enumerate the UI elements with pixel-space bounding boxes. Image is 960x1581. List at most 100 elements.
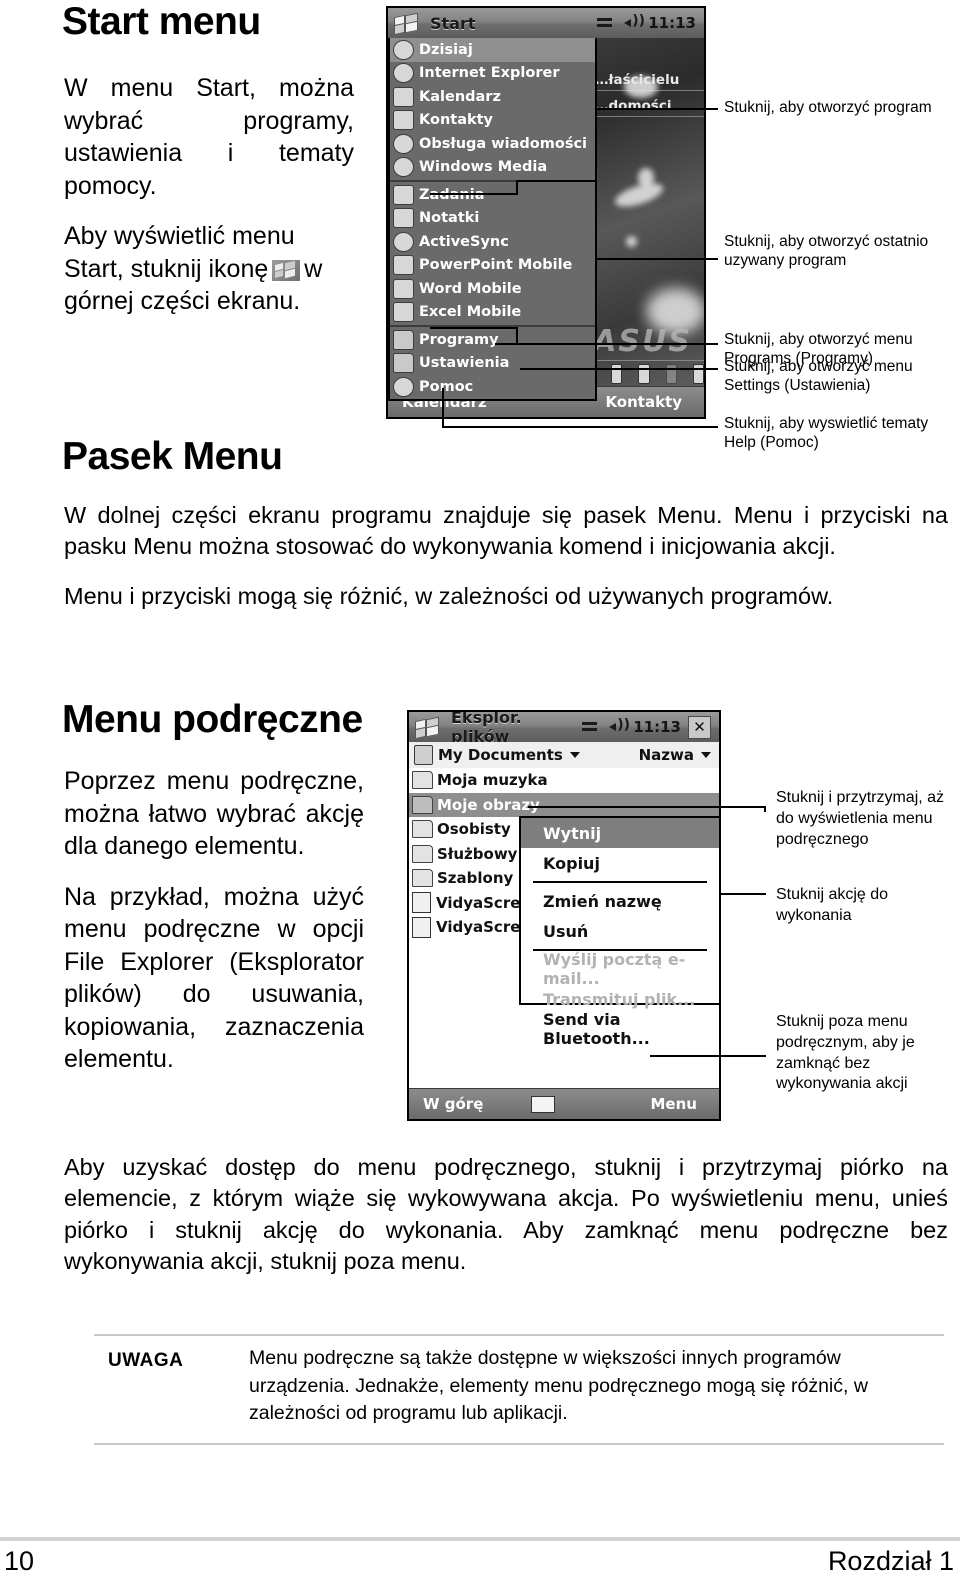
- speaker-icon[interactable]: [623, 13, 645, 31]
- file-icon: [412, 916, 431, 938]
- menu-podreczne-paragraph-3: Aby uzyskać dostęp do menu podręcznego, …: [64, 1154, 948, 1274]
- context-menu-item-usun[interactable]: Usuń: [521, 916, 719, 946]
- callout-tap-outside: Stuknij poza menu podręcznym, aby je zam…: [776, 1013, 915, 1093]
- leader-line-segment: [516, 327, 518, 343]
- leader-line-tap-and-hold: [528, 806, 766, 808]
- start-menu-item-internet-explorer[interactable]: Internet Explorer: [390, 62, 595, 86]
- notes-icon: [393, 208, 414, 229]
- battery-icon[interactable]: [638, 364, 650, 384]
- start-menu-group-recent: Dzisiaj Internet Explorer Kalendarz Kont…: [390, 38, 595, 179]
- start-menu-item-label: Word Mobile: [419, 280, 522, 297]
- page-title-start-menu: Start menu: [62, 0, 261, 43]
- start-menu-item-notatki[interactable]: Notatki: [390, 207, 595, 231]
- leader-line-tap-outside: [650, 1055, 766, 1057]
- softkey-menu[interactable]: Menu: [651, 1095, 697, 1113]
- start-menu-item-word-mobile[interactable]: Word Mobile: [390, 277, 595, 301]
- start-menu-item-programy[interactable]: Programy: [390, 328, 595, 352]
- folder-icon: [412, 820, 433, 839]
- close-icon[interactable]: ✕: [688, 715, 711, 739]
- softkey-contacts[interactable]: Kontakty: [605, 393, 682, 411]
- menu-podreczne-bottom-paragraph: Aby uzyskać dostęp do menu podręcznego, …: [64, 1152, 948, 1277]
- context-menu-separator: [533, 881, 707, 883]
- callout-tap-action: Stuknij akcję do wykonania: [776, 886, 889, 924]
- leader-line-segment: [518, 180, 596, 182]
- pda2-soft-bar: W górę Menu: [409, 1088, 719, 1119]
- start-menu-item-label: Windows Media: [419, 159, 548, 176]
- context-menu: Wytnij Kopiuj Zmień nazwę Usuń Wyślij po…: [519, 816, 719, 1048]
- list-item-label: Osobisty: [437, 820, 511, 839]
- folder-icon: [412, 844, 433, 863]
- footer-page-number: 10: [4, 1546, 35, 1576]
- start-menu-item-activesync[interactable]: ActiveSync: [390, 230, 595, 254]
- list-item[interactable]: Moje obrazy: [409, 792, 719, 817]
- start-menu-item-excel-mobile[interactable]: Excel Mobile: [390, 301, 595, 325]
- media-icon: [393, 157, 414, 178]
- wallpaper-blob: [638, 168, 654, 188]
- pda1-titlebar: Start 11:13: [388, 8, 704, 39]
- start-menu-item-label: Obsługa wiadomości: [419, 135, 588, 152]
- context-menu-item-wytnij[interactable]: Wytnij: [521, 818, 719, 848]
- start-menu-item-obsluga-wiadomosci[interactable]: Obsługa wiadomości: [390, 132, 595, 156]
- context-menu-item-kopiuj[interactable]: Kopiuj: [521, 848, 719, 878]
- powerpoint-icon: [393, 255, 414, 276]
- start-menu-item-pomoc[interactable]: Pomoc: [390, 375, 595, 399]
- list-item[interactable]: Moja muzyka: [409, 768, 719, 793]
- context-menu-item-zmien-nazwe[interactable]: Zmień nazwę: [521, 886, 719, 916]
- list-item-label: Służbowy: [437, 844, 518, 863]
- device-icon: [414, 745, 433, 765]
- softkey-w-gore[interactable]: W górę: [423, 1095, 483, 1113]
- settings-folder-icon: [393, 353, 414, 374]
- start-menu-item-dzisiaj[interactable]: Dzisiaj: [390, 38, 595, 62]
- explorer-command-bar: My Documents Nazwa: [409, 742, 719, 770]
- callout-recent-program: Stuknij, aby otworzyć ostatnio uzywany p…: [724, 233, 929, 270]
- windows-flag-icon[interactable]: [394, 12, 420, 36]
- callout-settings-menu: Stuknij, aby otworzyć menu Settings (Ust…: [724, 358, 913, 395]
- connectivity-icon[interactable]: [581, 719, 601, 735]
- bluetooth-icon[interactable]: [611, 364, 623, 384]
- folder-selector-label[interactable]: My Documents: [438, 746, 563, 764]
- leader-line-segment: [516, 180, 518, 194]
- menu-podreczne-description: Poprzez menu podręczne, można łatwo wybr…: [64, 765, 364, 1094]
- wallpaper-blob: [624, 76, 658, 98]
- windows-flag-icon[interactable]: [415, 716, 441, 740]
- sync-icon[interactable]: [692, 364, 704, 384]
- chevron-down-icon[interactable]: [701, 752, 711, 758]
- callout-help-topics: Stuknij, aby wyswietlić tematy Help (Pom…: [724, 415, 929, 452]
- pda1-clock[interactable]: 11:13: [648, 14, 696, 32]
- tasks-icon: [393, 184, 414, 205]
- start-menu-item-kontakty[interactable]: Kontakty: [390, 109, 595, 133]
- word-icon: [393, 278, 414, 299]
- wifi-icon[interactable]: [665, 364, 677, 384]
- pda2-clock[interactable]: 11:13: [633, 718, 681, 736]
- start-menu-item-label: ActiveSync: [419, 233, 509, 250]
- pasek-menu-description: W dolnej części ekranu programu znajduje…: [64, 500, 948, 612]
- start-menu-item-label: Pomoc: [419, 378, 474, 395]
- today-icon: [393, 39, 414, 60]
- start-menu-description: W menu Start, można wybrać programy, ust…: [64, 72, 354, 336]
- start-menu-item-powerpoint-mobile[interactable]: PowerPoint Mobile: [390, 254, 595, 278]
- sort-selector-label[interactable]: Nazwa: [639, 746, 694, 764]
- context-menu-item-wyslij-poczta: Wyślij pocztą e-mail...: [543, 950, 686, 988]
- context-menu-item-send-via-bluetooth[interactable]: Send via Bluetooth...: [521, 1010, 719, 1048]
- pasek-menu-paragraph-2: Menu i przyciski mogą się różnić, w zale…: [64, 582, 834, 609]
- pasek-menu-paragraph-1: W dolnej części ekranu programu znajduje…: [64, 502, 948, 560]
- list-item-label: Moja muzyka: [437, 771, 548, 790]
- contacts-icon: [393, 110, 414, 131]
- start-menu-item-windows-media[interactable]: Windows Media: [390, 156, 595, 180]
- menu-podreczne-paragraph-2: Na przykład, można użyć menu podręczne w…: [64, 882, 364, 1074]
- list-item-label: Szablony: [437, 869, 514, 888]
- keyboard-icon[interactable]: [531, 1095, 556, 1113]
- note-label: UWAGA: [108, 1350, 184, 1371]
- pda1-title: Start: [430, 13, 476, 33]
- windows-start-icon: [272, 259, 301, 281]
- speaker-icon[interactable]: [608, 717, 630, 735]
- programs-folder-icon: [393, 329, 414, 350]
- chevron-down-icon[interactable]: [569, 752, 580, 758]
- start-menu-item-label: Excel Mobile: [419, 304, 522, 321]
- start-menu-group-system: Programy Ustawienia Pomoc: [390, 328, 595, 399]
- note-bottom-divider: [94, 1443, 944, 1445]
- connectivity-icon[interactable]: [596, 15, 616, 31]
- start-menu-item-ustawienia[interactable]: Ustawienia: [390, 352, 595, 376]
- start-menu-item-kalendarz[interactable]: Kalendarz: [390, 85, 595, 109]
- menu-podreczne-paragraph-1: Poprzez menu podręczne, można łatwo wybr…: [64, 767, 364, 860]
